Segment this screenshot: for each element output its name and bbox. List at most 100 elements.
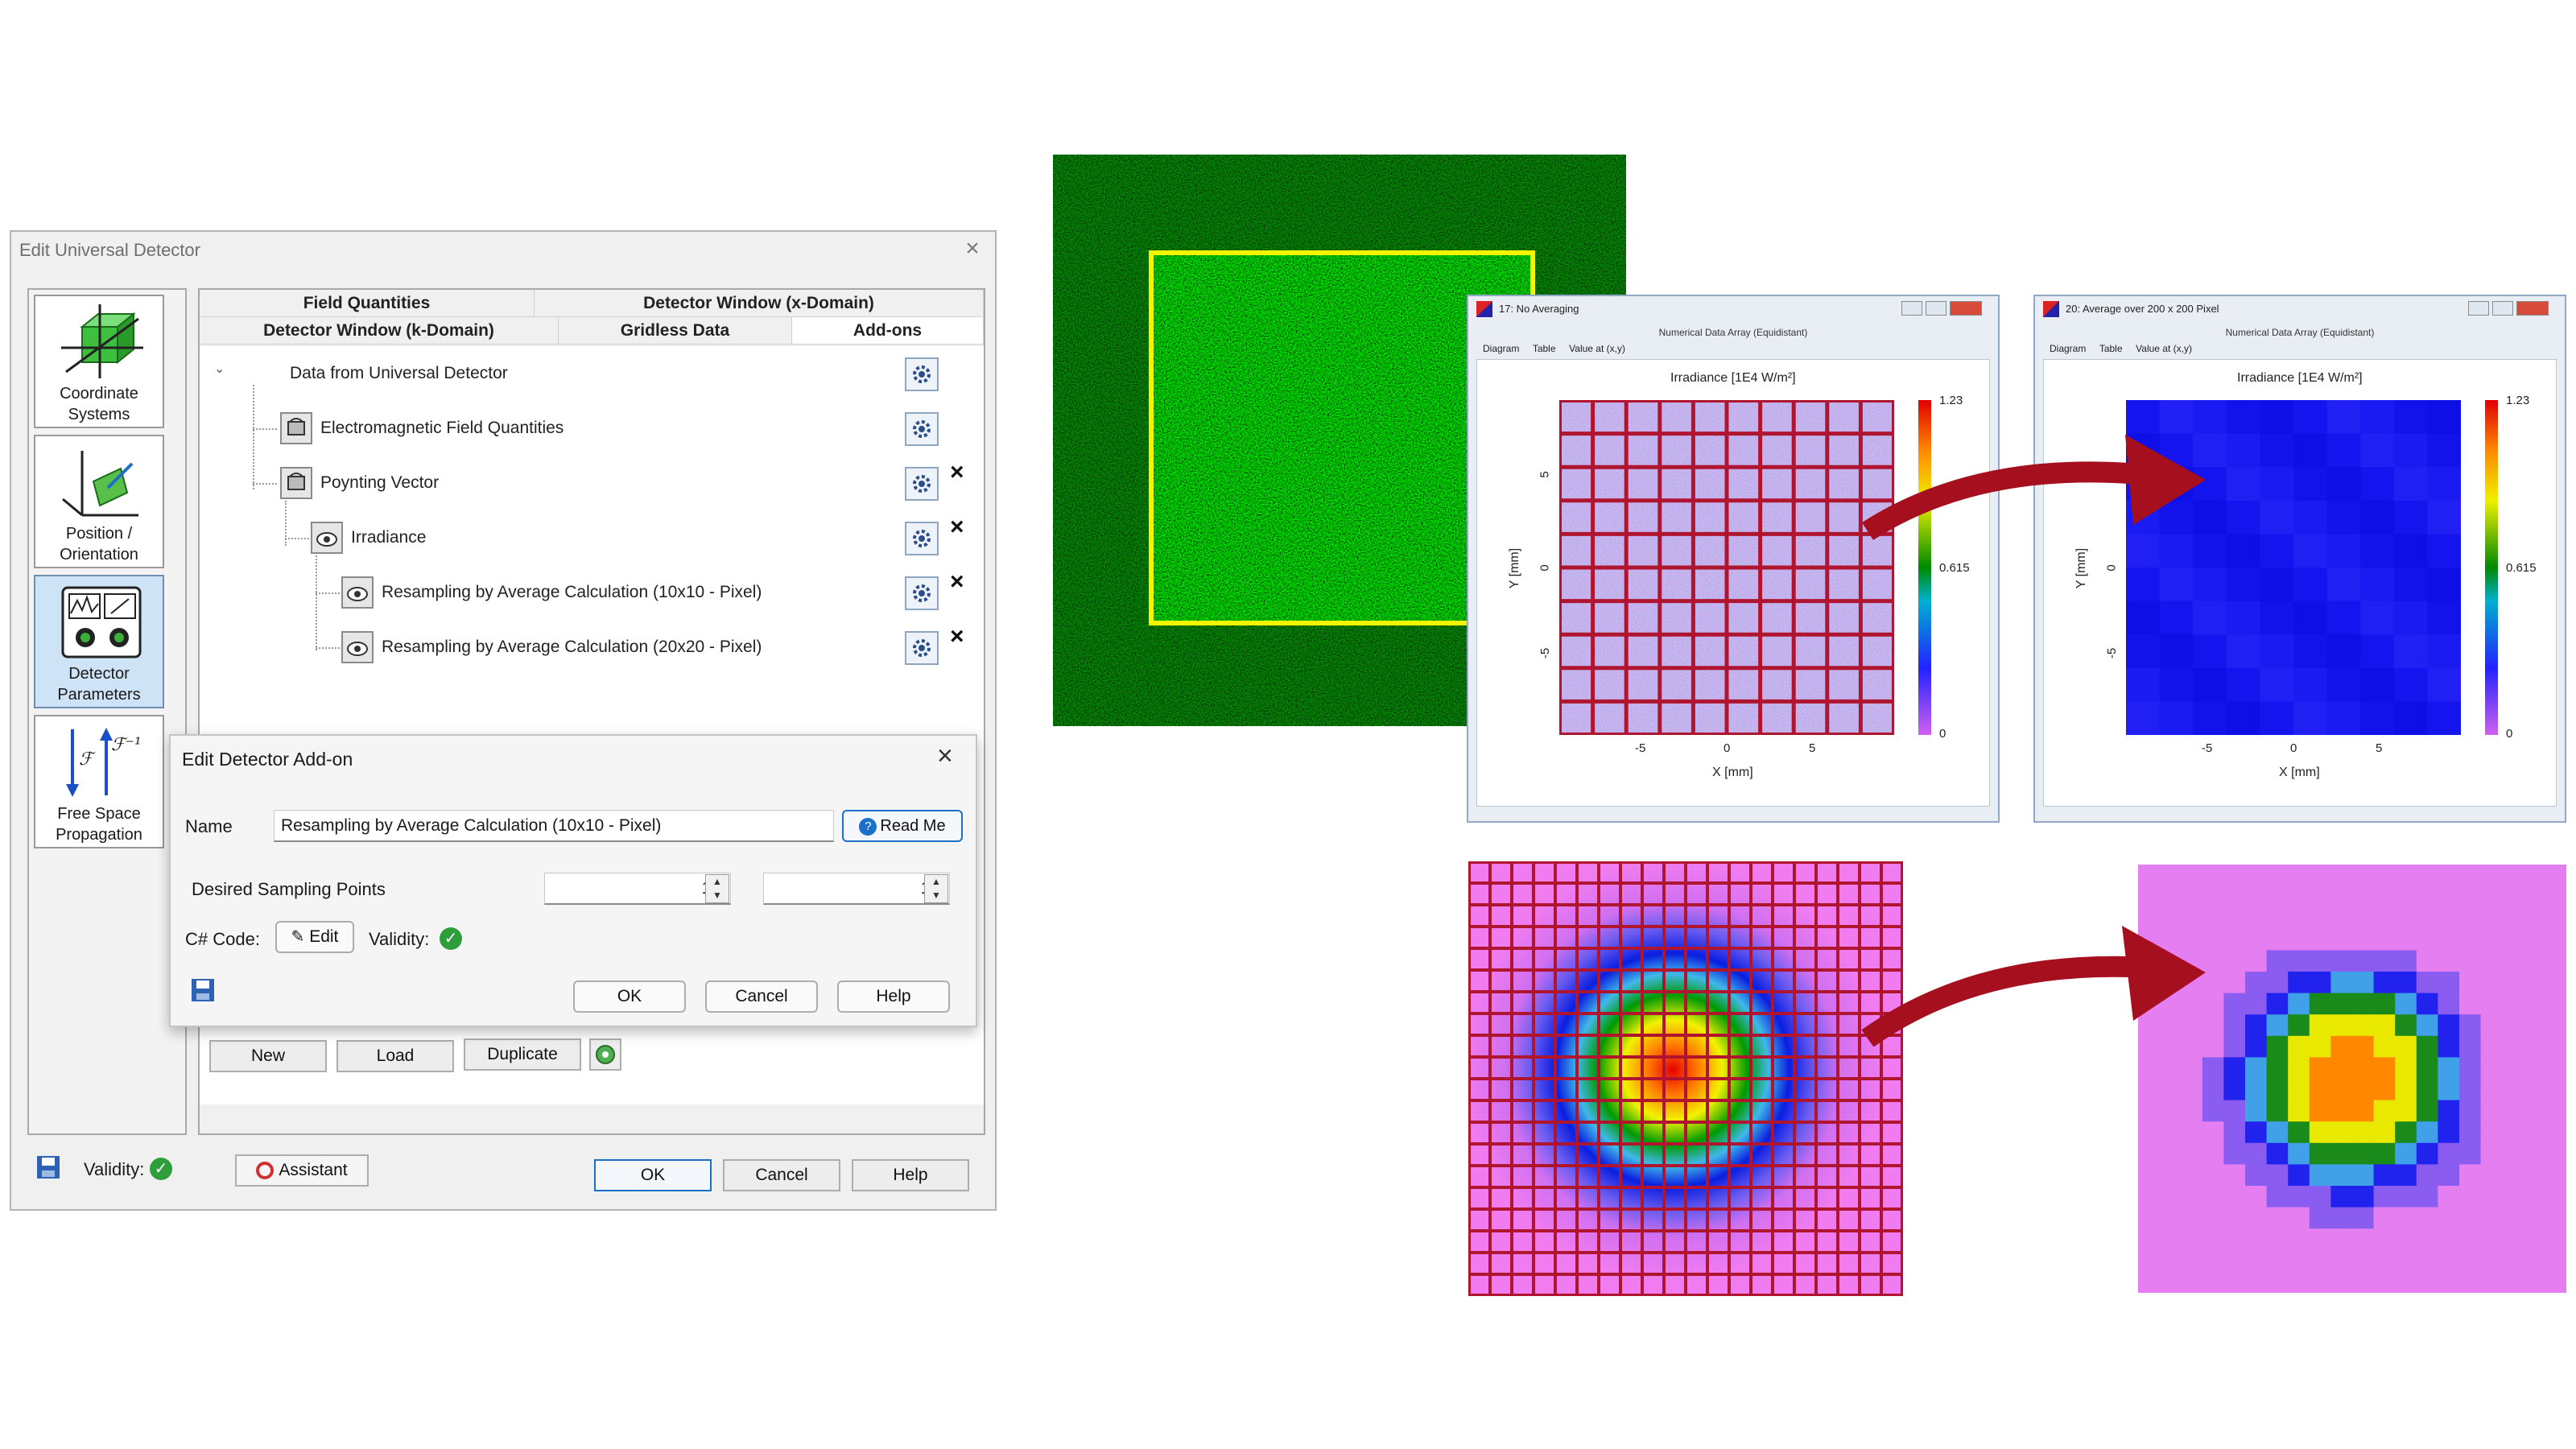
remove-icon[interactable]: × — [950, 568, 964, 596]
averaged-pixel — [2352, 886, 2375, 908]
tab-detector-window-k[interactable]: Detector Window (k-Domain) — [200, 317, 559, 345]
nav-position-orientation[interactable]: Position / Orientation — [34, 435, 164, 568]
averaged-pixel — [2309, 928, 2331, 951]
help-button[interactable]: Help — [852, 1159, 969, 1191]
gaussian-beam-with-grid — [1468, 861, 1903, 1296]
averaged-pixel — [2309, 907, 2331, 930]
averaged-pixel — [2326, 400, 2361, 435]
tab-diagram[interactable]: Diagram — [2050, 343, 2086, 354]
averaged-pixel — [2427, 601, 2461, 635]
close-icon[interactable] — [2516, 301, 2549, 316]
averaged-pixel — [2223, 1249, 2246, 1272]
averaged-pixel — [2202, 1207, 2224, 1229]
averaged-pixel — [2159, 1249, 2182, 1272]
tab-add-ons[interactable]: Add-ons — [792, 317, 984, 345]
averaged-pixel — [2288, 865, 2310, 887]
close-icon[interactable]: × — [937, 741, 953, 772]
tab-value-at[interactable]: Value at (x,y) — [2136, 343, 2192, 354]
gear-icon[interactable] — [905, 576, 939, 610]
assistant-label: Assistant — [279, 1161, 348, 1179]
averaged-pixel — [2330, 1249, 2353, 1272]
assistant-button[interactable]: Assistant — [235, 1154, 369, 1187]
averaged-pixel — [2330, 928, 2353, 951]
save-icon[interactable] — [32, 1154, 64, 1187]
averaged-pixel — [2288, 1207, 2310, 1229]
averaged-pixel — [2260, 568, 2294, 602]
gear-icon[interactable] — [905, 467, 939, 501]
sampling-x-stepper[interactable]: ▲ ▼ — [705, 874, 729, 903]
averaged-pixel — [2545, 886, 2566, 908]
remove-icon[interactable]: × — [950, 459, 964, 486]
nav-coordinate-systems[interactable]: Coordinate Systems — [34, 295, 164, 428]
tab-gridless-data[interactable]: Gridless Data — [559, 317, 792, 345]
averaged-pixel — [2545, 972, 2566, 994]
averaged-pixel — [2459, 1164, 2482, 1187]
averaged-pixel — [2480, 1249, 2503, 1272]
ok-button[interactable]: OK — [594, 1159, 712, 1191]
cancel-button[interactable]: Cancel — [705, 980, 818, 1013]
averaged-pixel — [2126, 400, 2161, 435]
tab-detector-window-x[interactable]: Detector Window (x-Domain) — [535, 290, 984, 317]
averaged-pixel — [2416, 972, 2438, 994]
averaged-pixel — [2523, 993, 2545, 1015]
tab-field-quantities[interactable]: Field Quantities — [200, 290, 535, 317]
gear-icon[interactable] — [905, 357, 939, 391]
plugin-icon[interactable] — [589, 1038, 621, 1071]
save-icon[interactable] — [190, 977, 216, 1007]
averaged-pixel — [2245, 1035, 2268, 1058]
collapse-chevron-icon[interactable]: ⌄ — [214, 361, 225, 377]
averaged-pixel — [2373, 1186, 2396, 1208]
colorbar-tick: 1.23 — [2506, 394, 2530, 407]
gear-icon[interactable] — [905, 631, 939, 665]
tab-table[interactable]: Table — [2099, 343, 2123, 354]
maximize-icon[interactable] — [2492, 301, 2513, 316]
averaged-pixel — [2395, 886, 2417, 908]
minimize-icon[interactable] — [2468, 301, 2489, 316]
cancel-button[interactable]: Cancel — [723, 1159, 840, 1191]
edit-code-button[interactable]: ✎ Edit — [275, 921, 354, 953]
sampling-y-stepper[interactable]: ▲ ▼ — [924, 874, 948, 903]
help-button[interactable]: Help — [837, 980, 950, 1013]
averaged-pixel — [2395, 950, 2417, 972]
averaged-pixel — [2223, 1079, 2246, 1101]
averaged-pixel — [2502, 886, 2524, 908]
averaged-pixel — [2523, 1228, 2545, 1251]
averaged-pixel — [2293, 467, 2328, 502]
tab-value-at[interactable]: Value at (x,y) — [1569, 343, 1625, 354]
averaged-pixel — [2326, 601, 2361, 635]
load-button[interactable]: Load — [336, 1040, 454, 1072]
averaged-pixel — [2159, 400, 2194, 435]
averaged-pixel — [2416, 1186, 2438, 1208]
sampling-x-input[interactable]: 10 — [544, 873, 731, 905]
gear-icon[interactable] — [905, 412, 939, 446]
ok-button[interactable]: OK — [573, 980, 686, 1013]
close-icon[interactable] — [1950, 301, 1982, 316]
averaged-pixel — [2330, 993, 2353, 1015]
read-me-button[interactable]: ? Read Me — [842, 810, 963, 842]
app-icon — [2043, 301, 2059, 317]
name-input[interactable]: Resampling by Average Calculation (10x10… — [274, 810, 834, 842]
gear-icon[interactable] — [905, 522, 939, 555]
tab-diagram[interactable]: Diagram — [1483, 343, 1519, 354]
averaged-pixel — [2523, 928, 2545, 951]
remove-icon[interactable]: × — [950, 514, 964, 541]
tab-table[interactable]: Table — [1533, 343, 1556, 354]
averaged-pixel — [2373, 907, 2396, 930]
duplicate-button[interactable]: Duplicate — [464, 1038, 581, 1071]
averaged-pixel — [2138, 1228, 2161, 1251]
window-title: 17: No Averaging — [1499, 303, 1579, 315]
sampling-y-input[interactable]: 10 — [763, 873, 950, 905]
averaged-pixel — [2438, 1100, 2460, 1122]
averaged-pixel — [2416, 1014, 2438, 1037]
nav-detector-parameters[interactable]: Detector Parameters — [34, 575, 164, 708]
remove-icon[interactable]: × — [950, 623, 964, 650]
close-icon[interactable]: × — [958, 235, 987, 264]
averaged-pixel — [2480, 1100, 2503, 1122]
new-button[interactable]: New — [209, 1040, 327, 1072]
averaged-pixel — [2438, 1186, 2460, 1208]
nav-free-space-propagation[interactable]: ℱ ℱ⁻¹ Free Space Propagation — [34, 715, 164, 848]
maximize-icon[interactable] — [1926, 301, 1946, 316]
averaged-pixel — [2223, 886, 2246, 908]
averaged-pixel — [2223, 1207, 2246, 1229]
minimize-icon[interactable] — [1901, 301, 1922, 316]
